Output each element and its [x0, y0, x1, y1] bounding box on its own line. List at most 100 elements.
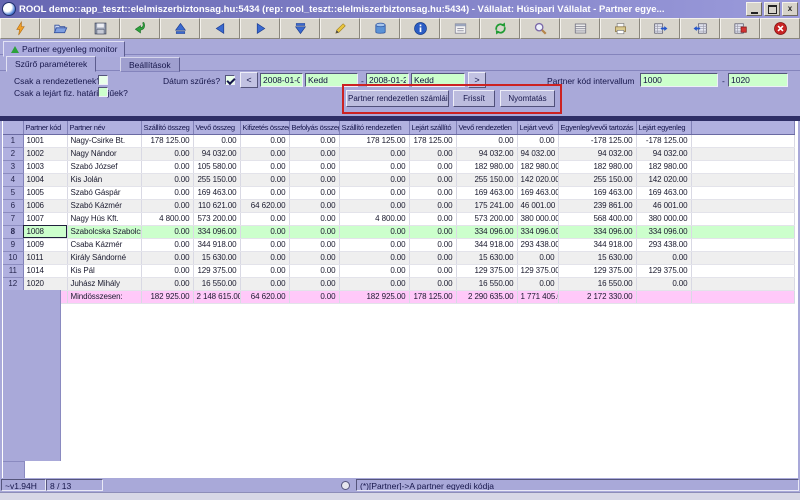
cell[interactable]: 0.00: [240, 173, 289, 186]
cell[interactable]: 0.00: [240, 251, 289, 264]
partner-from-input[interactable]: [640, 73, 718, 87]
cell[interactable]: Csaba Kázmér: [67, 238, 141, 251]
cell[interactable]: 169 463.00: [558, 186, 636, 199]
status-radio[interactable]: [341, 481, 350, 490]
only-unsettled-checkbox[interactable]: [98, 75, 108, 85]
cell[interactable]: 380 000.00: [636, 212, 691, 225]
cell[interactable]: 169 463.00: [456, 186, 517, 199]
cell[interactable]: Juhász Mihály: [67, 277, 141, 290]
cell[interactable]: 0.00: [141, 264, 193, 277]
date-filter-checkbox[interactable]: [225, 75, 235, 85]
refresh-button[interactable]: Frissít: [453, 90, 495, 107]
row-number[interactable]: 11: [3, 264, 23, 277]
column-header-4[interactable]: Vevő összeg: [193, 121, 240, 134]
column-header-8[interactable]: Lejárt szállító: [409, 121, 456, 134]
toolbar-button-database[interactable]: [360, 18, 400, 39]
cell[interactable]: 0.00: [289, 251, 339, 264]
date-to-input[interactable]: [366, 73, 409, 87]
toolbar-button-last-record[interactable]: [280, 18, 320, 39]
cell[interactable]: 0.00: [240, 225, 289, 238]
date-from-input[interactable]: [260, 73, 303, 87]
toolbar-button-calendar[interactable]: [440, 18, 480, 39]
toolbar-button-previous-record[interactable]: [200, 18, 240, 39]
cell[interactable]: 0.00: [289, 225, 339, 238]
toolbar-button-first-record[interactable]: [160, 18, 200, 39]
cell[interactable]: 0.00: [517, 134, 558, 147]
minimize-button[interactable]: [746, 2, 762, 16]
cell[interactable]: 334 096.00: [517, 225, 558, 238]
cell[interactable]: 169 463.00: [517, 186, 558, 199]
cell[interactable]: 0.00: [289, 277, 339, 290]
cell[interactable]: 0.00: [409, 264, 456, 277]
cell[interactable]: 1007: [23, 212, 67, 225]
cell[interactable]: 15 630.00: [193, 251, 240, 264]
toolbar-button-next-record[interactable]: [240, 18, 280, 39]
date-from-day-input[interactable]: [305, 73, 358, 87]
cell[interactable]: 0.00: [141, 238, 193, 251]
cell[interactable]: 0.00: [240, 147, 289, 160]
cell[interactable]: 1001: [23, 134, 67, 147]
column-header-2[interactable]: Partner név: [67, 121, 141, 134]
cell[interactable]: 46 001.00: [517, 199, 558, 212]
cell[interactable]: Szabolcska Szabolcs: [67, 225, 141, 238]
cell[interactable]: 0.00: [289, 186, 339, 199]
date-next-button[interactable]: >: [468, 72, 486, 88]
cell[interactable]: 64 620.00: [240, 199, 289, 212]
date-prev-button[interactable]: <: [240, 72, 258, 88]
cell[interactable]: [636, 290, 691, 303]
cell[interactable]: 0.00: [409, 147, 456, 160]
cell[interactable]: 0.00: [240, 134, 289, 147]
cell[interactable]: 16 550.00: [193, 277, 240, 290]
only-overdue-checkbox[interactable]: [98, 87, 108, 97]
cell[interactable]: 182 980.00: [558, 160, 636, 173]
partner-unsettled-invoices-button[interactable]: Partner rendezetlen számlái: [346, 90, 449, 107]
cell[interactable]: 1020: [23, 277, 67, 290]
toolbar-button-print[interactable]: [600, 18, 640, 39]
cell[interactable]: 94 032.00: [193, 147, 240, 160]
cell[interactable]: -178 125.00: [636, 134, 691, 147]
toolbar-button-save[interactable]: [80, 18, 120, 39]
toolbar-button-refresh[interactable]: [480, 18, 520, 39]
toolbar-button-list[interactable]: [560, 18, 600, 39]
cell[interactable]: 182 980.00: [636, 160, 691, 173]
cell[interactable]: Nagy Nándor: [67, 147, 141, 160]
cell[interactable]: 0.00: [240, 160, 289, 173]
row-number[interactable]: 12: [3, 277, 23, 290]
row-number[interactable]: 3: [3, 160, 23, 173]
toolbar-button-search[interactable]: [520, 18, 560, 39]
cell[interactable]: 2 172 330.00: [558, 290, 636, 303]
cell[interactable]: 0.00: [289, 147, 339, 160]
cell[interactable]: 1006: [23, 199, 67, 212]
cell[interactable]: 0.00: [240, 238, 289, 251]
cell[interactable]: 0.00: [409, 225, 456, 238]
cell[interactable]: 142 020.00: [636, 173, 691, 186]
cell[interactable]: 0.00: [141, 147, 193, 160]
cell[interactable]: -178 125.00: [558, 134, 636, 147]
cell[interactable]: 380 000.00: [517, 212, 558, 225]
cell[interactable]: 0.00: [517, 251, 558, 264]
row-number[interactable]: 1: [3, 134, 23, 147]
row-number[interactable]: 2: [3, 147, 23, 160]
cell[interactable]: 1014: [23, 264, 67, 277]
toolbar-button-info[interactable]: [400, 18, 440, 39]
cell[interactable]: 0.00: [409, 199, 456, 212]
cell[interactable]: 46 001.00: [636, 199, 691, 212]
row-number[interactable]: 10: [3, 251, 23, 264]
toolbar-button-delete-table[interactable]: [720, 18, 760, 39]
cell[interactable]: 344 918.00: [558, 238, 636, 251]
cell[interactable]: 573 200.00: [193, 212, 240, 225]
toolbar-button-close[interactable]: [760, 18, 800, 39]
cell[interactable]: 568 400.00: [558, 212, 636, 225]
cell[interactable]: 2 148 615.00: [193, 290, 240, 303]
cell[interactable]: 0.00: [456, 134, 517, 147]
cell[interactable]: 1004: [23, 173, 67, 186]
cell[interactable]: 0.00: [141, 225, 193, 238]
toolbar-button-bolt[interactable]: [0, 18, 40, 39]
cell[interactable]: 0.00: [240, 277, 289, 290]
cell[interactable]: 0.00: [339, 225, 409, 238]
cell[interactable]: Kis Pál: [67, 264, 141, 277]
cell[interactable]: 293 438.00: [636, 238, 691, 251]
cell[interactable]: 0.00: [409, 277, 456, 290]
cell[interactable]: 94 032.00: [558, 147, 636, 160]
cell[interactable]: 344 918.00: [456, 238, 517, 251]
